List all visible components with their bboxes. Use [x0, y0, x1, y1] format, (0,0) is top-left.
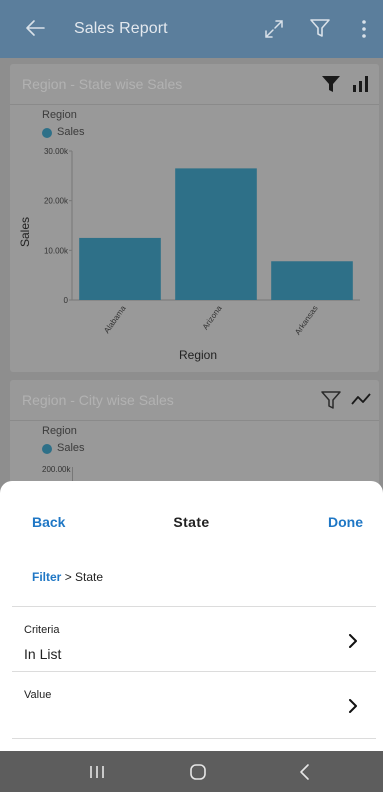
breadcrumb: Filter > State: [32, 570, 103, 584]
legend-swatch: [42, 444, 52, 454]
criteria-label: Criteria: [24, 624, 60, 636]
divider: [10, 420, 379, 421]
card-toolbar: [313, 388, 373, 414]
breadcrumb-separator: >: [64, 570, 72, 584]
sheet-title: State: [173, 514, 210, 530]
bar-alabama[interactable]: [79, 237, 161, 300]
back-arrow-icon[interactable]: [24, 17, 46, 39]
done-button[interactable]: Done: [328, 514, 363, 530]
filter-icon[interactable]: [309, 17, 331, 39]
y-tick-label: 20.00k: [44, 197, 69, 206]
bar-chart: Sales Region 0 10.00k 20.00k 30.00k Alabama…: [18, 147, 360, 362]
y-tick-label: 200.00k: [42, 465, 71, 474]
chart-card-state: Region - State wise Sales Region Sales S…: [10, 64, 379, 372]
y-tick-label: 10.00k: [44, 246, 69, 255]
x-tick-label: Arkansas: [293, 304, 320, 336]
bar-arkansas[interactable]: [271, 261, 353, 300]
criteria-row[interactable]: Criteria In List: [12, 606, 376, 671]
y-axis-label: Sales: [18, 217, 32, 247]
criteria-value: In List: [24, 646, 62, 662]
legend-label: Sales: [57, 442, 85, 454]
expand-icon[interactable]: [263, 18, 285, 40]
app-bar: Sales Report: [0, 0, 383, 58]
x-tick-label: Alabama: [102, 304, 128, 335]
value-label: Value: [24, 689, 52, 701]
back-icon[interactable]: [294, 761, 316, 783]
filter-outline-icon[interactable]: [319, 388, 343, 412]
y-tick-label: 30.00k: [44, 147, 69, 156]
chevron-right-icon: [349, 699, 357, 713]
bar-arizona[interactable]: [175, 168, 257, 300]
x-tick-label: Arizona: [201, 304, 224, 332]
breadcrumb-filter-link[interactable]: Filter: [32, 570, 61, 584]
y-tick-label: 0: [64, 296, 69, 305]
breadcrumb-current: State: [75, 570, 104, 584]
home-icon[interactable]: [187, 761, 209, 783]
system-nav-bar: [0, 751, 383, 792]
filter-bottom-sheet: Back State Done Filter > State Criteria …: [0, 481, 383, 751]
more-vertical-icon[interactable]: [358, 17, 370, 41]
line-chart-icon[interactable]: [349, 388, 373, 412]
x-axis-label: Region: [179, 348, 217, 362]
chevron-right-icon: [349, 634, 357, 648]
legend-title: Region: [42, 425, 77, 437]
value-row[interactable]: Value: [12, 671, 376, 739]
card-title: Region - City wise Sales: [22, 392, 174, 408]
recent-apps-icon[interactable]: [86, 761, 108, 783]
page-title: Sales Report: [74, 20, 168, 37]
